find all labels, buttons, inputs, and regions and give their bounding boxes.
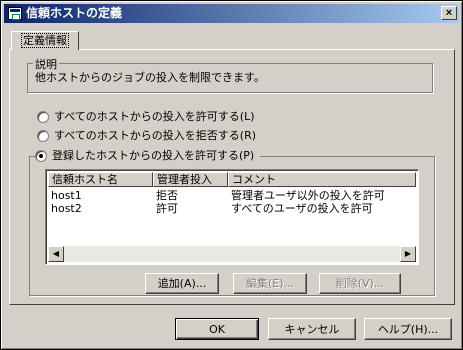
cancel-button[interactable]: キャンセル [268,318,356,340]
ok-button[interactable]: OK [175,318,259,340]
radio-allow-registered-indicator[interactable] [35,150,47,162]
radio-deny-all-indicator[interactable] [37,130,49,142]
scroll-right-button[interactable]: ▶ [400,246,416,262]
window-title: 信頼ホストの定義 [26,6,123,20]
delete-button[interactable]: 削除(V)... [319,273,401,294]
column-header-host[interactable]: 信頼ホスト名 [48,172,153,187]
dialog-window: 信頼ホストの定義 × 定義情報 説明 他ホストからのジョブの投入を制限できます。… [0,0,463,350]
table-row[interactable]: host1 拒否 管理者ユーザ以外の投入を許可 [48,189,416,202]
cell-admin: 許可 [156,202,178,215]
description-text: 他ホストからのジョブの投入を制限できます。 [35,71,265,84]
radio-allow-all-indicator[interactable] [37,111,49,123]
host-list[interactable]: 信頼ホスト名 管理者投入 コメント host1 拒否 管理者ユーザ以外の投入を許… [45,169,419,265]
cell-comment: 管理者ユーザ以外の投入を許可 [231,189,385,202]
cell-host: host1 [51,189,82,202]
tab-definition-info[interactable]: 定義情報 [11,31,79,50]
tab-label: 定義情報 [21,33,69,48]
radio-allow-registered[interactable]: 登録したホストからの投入を許可する(P) [35,148,260,164]
add-button[interactable]: 追加(A)... [145,273,219,294]
title-bar[interactable]: 信頼ホストの定義 × [4,4,459,23]
table-row[interactable]: host2 許可 すべてのユーザの投入を許可 [48,202,416,215]
cell-host: host2 [51,202,82,215]
radio-allow-registered-label: 登録したホストからの投入を許可する(P) [52,149,255,162]
list-header: 信頼ホスト名 管理者投入 コメント [48,172,416,187]
column-header-admin[interactable]: 管理者投入 [153,172,228,187]
horizontal-scrollbar[interactable]: ◀ ▶ [48,246,416,262]
cell-comment: すべてのユーザの投入を許可 [231,202,373,215]
radio-deny-all-label: すべてのホストからの投入を拒否する(R) [54,129,257,142]
edit-button[interactable]: 編集(E)... [233,273,307,294]
radio-allow-all-label: すべてのホストからの投入を許可する(L) [54,110,255,123]
column-header-comment[interactable]: コメント [228,172,416,187]
cell-admin: 拒否 [156,189,178,202]
help-button[interactable]: ヘルプ(H)... [364,318,452,340]
scroll-left-button[interactable]: ◀ [48,246,64,262]
app-icon [8,7,22,20]
close-button[interactable]: × [441,6,457,20]
